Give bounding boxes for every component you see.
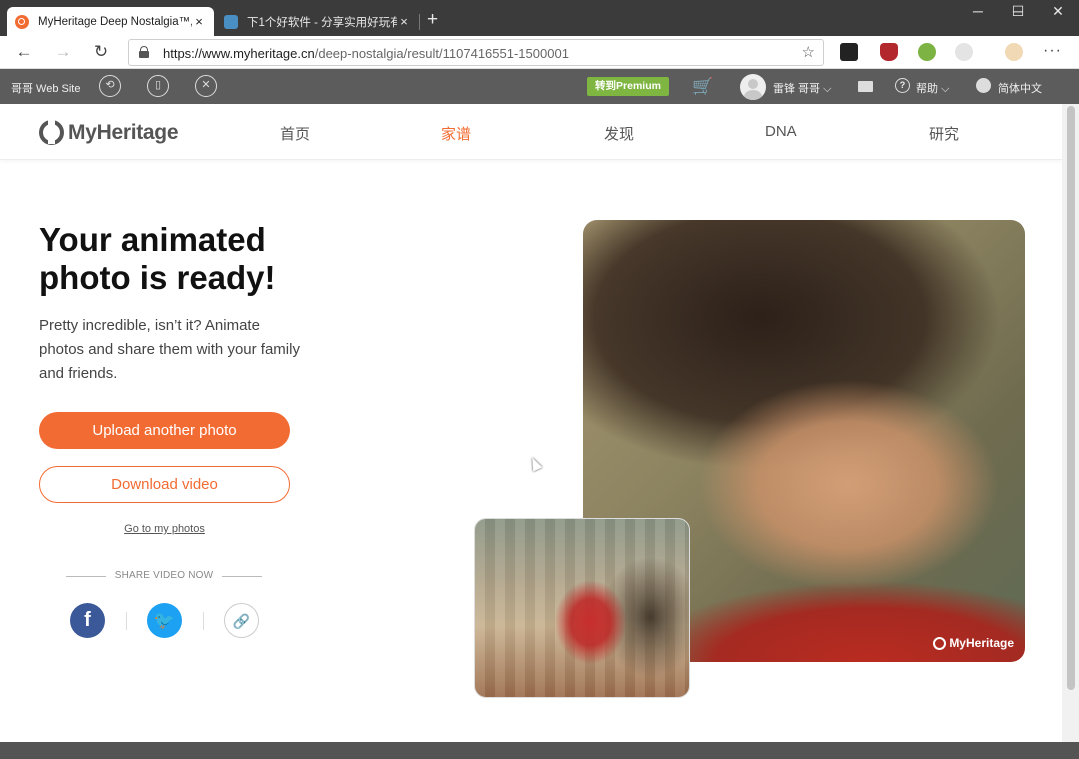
nav-link-home[interactable]: 首页 <box>280 123 310 144</box>
mouse-cursor-icon <box>527 455 543 472</box>
premium-button[interactable]: 转到Premium <box>587 77 669 96</box>
page-title: Your animated photo is ready! <box>39 221 276 296</box>
photo-watermark: MyHeritage <box>933 636 1014 650</box>
nav-link-family-tree[interactable]: 家谱 <box>441 123 471 144</box>
tab-title: 下1个好软件 - 分享实用好玩有趣 <box>247 16 397 29</box>
divider <box>203 612 204 630</box>
help-label: 帮助 <box>916 83 938 95</box>
new-tab-icon[interactable]: + <box>427 10 438 30</box>
tree-icon[interactable]: ▯ <box>147 75 169 97</box>
upload-another-photo-button[interactable]: Upload another photo <box>39 412 290 449</box>
myheritage-favicon-icon <box>15 14 29 29</box>
forward-arrow-icon[interactable]: → <box>51 41 75 63</box>
url-input[interactable]: https://www.myheritage.cn/deep-nostalgia… <box>128 39 824 66</box>
refresh-icon[interactable]: ↻ <box>89 41 113 63</box>
user-menu[interactable]: 雷锋 哥哥 ⌵ <box>773 80 831 96</box>
site-favicon-icon <box>224 14 238 29</box>
page-subtitle: Pretty incredible, isn’t it? Animate pho… <box>39 317 300 382</box>
favorite-star-icon[interactable]: ☆ <box>802 43 815 61</box>
page-footer <box>0 742 1079 759</box>
tab-title: MyHeritage Deep Nostalgia™, de <box>38 15 192 28</box>
browser-tab-strip: MyHeritage Deep Nostalgia™, de × 下1个好软件 … <box>0 0 1079 36</box>
mail-icon[interactable] <box>858 81 873 92</box>
language-selector[interactable]: 简体中文 <box>998 80 1042 96</box>
chevron-down-icon: ⌵ <box>941 83 950 95</box>
watermark-text: MyHeritage <box>949 636 1014 650</box>
help-icon[interactable]: ? <box>895 78 910 93</box>
dna-icon[interactable]: ✕ <box>195 75 217 97</box>
download-video-button[interactable]: Download video <box>39 466 290 503</box>
copy-link-icon[interactable]: 🔗 <box>224 603 259 638</box>
facebook-share-icon[interactable]: f <box>70 603 105 638</box>
maximize-button[interactable]: ☐ <box>998 3 1038 20</box>
extension-icon[interactable] <box>840 43 858 61</box>
check-extension-icon[interactable] <box>918 43 936 61</box>
nav-link-dna[interactable]: DNA <box>765 123 797 140</box>
myheritage-logo-icon <box>39 120 64 145</box>
myheritage-logo[interactable]: MyHeritage <box>39 120 179 145</box>
tab-separator <box>419 14 420 30</box>
sync-icon[interactable]: ⟲ <box>99 75 121 97</box>
go-to-my-photos-link[interactable]: Go to my photos <box>39 523 290 535</box>
browser-tab-inactive[interactable]: 下1个好软件 - 分享实用好玩有趣 × <box>216 7 419 36</box>
lock-icon <box>139 46 149 58</box>
twitter-share-icon[interactable]: 🐦 <box>147 603 182 638</box>
nav-link-discover[interactable]: 发现 <box>604 123 634 144</box>
tab-close-icon[interactable]: × <box>192 14 206 29</box>
user-avatar[interactable] <box>740 74 766 100</box>
help-menu[interactable]: 帮助 ⌵ <box>916 80 949 96</box>
user-name: 雷锋 哥哥 <box>773 83 821 95</box>
browser-tab-active[interactable]: MyHeritage Deep Nostalgia™, de × <box>7 7 214 36</box>
scrollbar-thumb[interactable] <box>1067 106 1075 690</box>
site-toolbar: 哥哥 Web Site ⟲ ▯ ✕ 转到Premium 🛒 雷锋 哥哥 ⌵ ? … <box>0 69 1079 104</box>
nav-link-research[interactable]: 研究 <box>929 123 959 144</box>
cart-icon[interactable]: 🛒 <box>692 77 713 97</box>
logo-text: MyHeritage <box>68 120 179 144</box>
myheritage-watermark-icon <box>933 636 947 650</box>
address-bar: ← → ↻ https://www.myheritage.cn/deep-nos… <box>0 36 1079 69</box>
minimize-button[interactable]: ─ <box>958 3 998 19</box>
original-photo-thumbnail[interactable] <box>474 518 690 698</box>
globe-icon <box>976 78 991 93</box>
site-label[interactable]: 哥哥 Web Site <box>11 80 81 96</box>
profile-avatar-icon[interactable] <box>1005 43 1023 61</box>
page-scrollbar[interactable] <box>1062 104 1079 742</box>
tab-close-icon[interactable]: × <box>397 14 411 29</box>
share-video-label: SHARE VIDEO NOW <box>66 570 262 581</box>
close-window-button[interactable]: ✕ <box>1038 3 1078 20</box>
back-arrow-icon[interactable]: ← <box>12 41 36 63</box>
divider <box>126 612 127 630</box>
edit-extension-icon[interactable] <box>955 43 973 61</box>
chevron-down-icon: ⌵ <box>823 83 832 95</box>
browser-menu-icon[interactable]: ··· <box>1043 42 1062 60</box>
url-text: https://www.myheritage.cn/deep-nostalgia… <box>163 46 569 61</box>
shield-extension-icon[interactable] <box>880 43 898 61</box>
site-navigation: MyHeritage 首页 家谱 发现 DNA 研究 <box>0 104 1062 160</box>
